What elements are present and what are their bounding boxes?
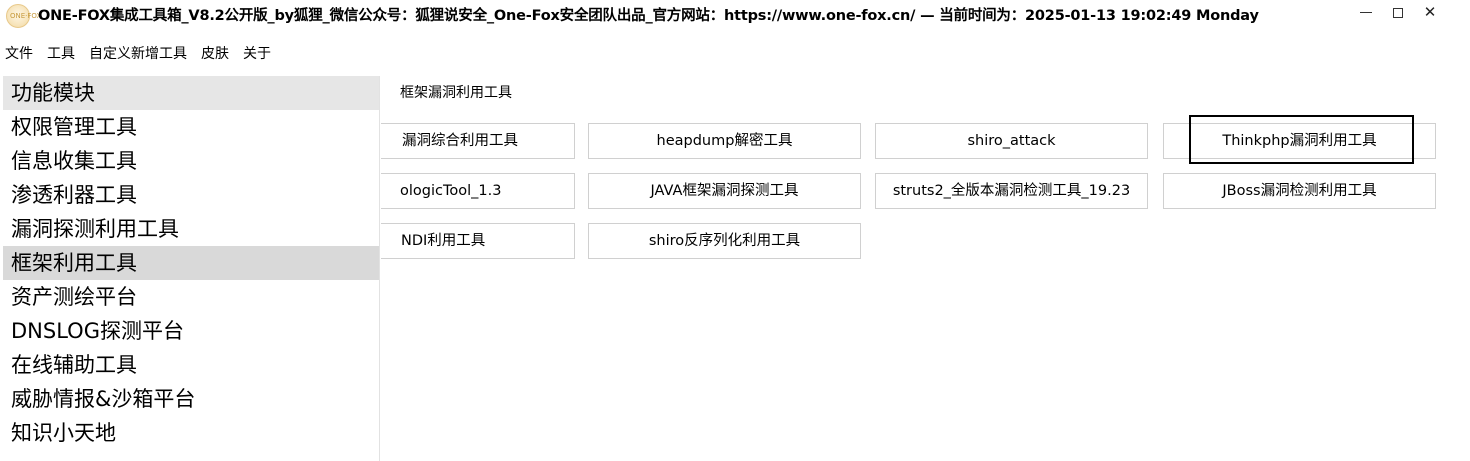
app-window: ONE·FOX ONE-FOX集成工具箱_V8.2公开版_by狐狸_微信公众号：… [0, 0, 1470, 461]
close-button[interactable]: ✕ [1413, 0, 1447, 26]
sidebar-item-asset-mapping[interactable]: 资产测绘平台 [3, 280, 379, 314]
maximize-button[interactable] [1381, 0, 1415, 26]
tool-button[interactable]: JBoss漏洞检测利用工具 [1163, 173, 1436, 209]
tool-button[interactable]: 漏洞综合利用工具 [381, 123, 575, 159]
tool-button[interactable]: shiro反序列化利用工具 [588, 223, 861, 259]
sidebar-item-knowledge[interactable]: 知识小天地 [3, 416, 379, 450]
sidebar: 功能模块 权限管理工具 信息收集工具 渗透利器工具 漏洞探测利用工具 框架利用工… [3, 76, 380, 461]
sidebar-item-online-helpers[interactable]: 在线辅助工具 [3, 348, 379, 382]
tool-button[interactable]: ologicTool_1.3 [381, 173, 575, 209]
tool-button[interactable]: JAVA框架漏洞探测工具 [588, 173, 861, 209]
sidebar-item-dnslog[interactable]: DNSLOG探测平台 [3, 314, 379, 348]
sidebar-item-vuln-exploit[interactable]: 漏洞探测利用工具 [3, 212, 379, 246]
sidebar-header[interactable]: 功能模块 [3, 76, 379, 110]
menu-file[interactable]: 文件 [0, 40, 38, 63]
sidebar-item-pentest-tools[interactable]: 渗透利器工具 [3, 178, 379, 212]
main-content: 框架漏洞利用工具 漏洞综合利用工具 heapdump解密工具 shiro_att… [381, 66, 1470, 461]
tool-button[interactable]: Thinkphp漏洞利用工具 [1163, 123, 1436, 159]
minimize-button[interactable] [1349, 0, 1383, 26]
minimize-icon [1360, 12, 1372, 13]
logo-text: ONE·FOX [10, 12, 42, 20]
menu-skin[interactable]: 皮肤 [196, 40, 234, 63]
sidebar-item-permission-tools[interactable]: 权限管理工具 [3, 110, 379, 144]
menu-bar: 文件 工具 自定义新增工具 皮肤 关于 [0, 40, 1470, 66]
close-icon: ✕ [1423, 3, 1437, 21]
sidebar-list: 权限管理工具 信息收集工具 渗透利器工具 漏洞探测利用工具 框架利用工具 资产测… [3, 110, 379, 450]
window-title: ONE-FOX集成工具箱_V8.2公开版_by狐狸_微信公众号：狐狸说安全_On… [38, 8, 1259, 24]
fox-logo-icon: ONE·FOX [6, 4, 41, 28]
menu-about[interactable]: 关于 [238, 40, 276, 63]
sidebar-item-info-gathering[interactable]: 信息收集工具 [3, 144, 379, 178]
tool-button[interactable]: NDI利用工具 [381, 223, 575, 259]
tool-button-label: ologicTool_1.3 [400, 183, 502, 199]
menu-custom-add-tool[interactable]: 自定义新增工具 [84, 40, 192, 63]
maximize-icon [1393, 7, 1403, 18]
sidebar-item-threat-intel[interactable]: 威胁情报&沙箱平台 [3, 382, 379, 416]
tool-button[interactable]: struts2_全版本漏洞检测工具_19.23 [875, 173, 1148, 209]
tool-button-label: 漏洞综合利用工具 [402, 133, 518, 149]
title-bar[interactable]: ONE·FOX ONE-FOX集成工具箱_V8.2公开版_by狐狸_微信公众号：… [0, 0, 1470, 38]
tool-button-label: NDI利用工具 [401, 233, 486, 249]
tool-button[interactable]: heapdump解密工具 [588, 123, 861, 159]
sidebar-item-framework-exploit[interactable]: 框架利用工具 [3, 246, 379, 280]
tool-button-grid: 漏洞综合利用工具 heapdump解密工具 shiro_attack Think… [381, 66, 1470, 461]
tool-button[interactable]: shiro_attack [875, 123, 1148, 159]
menu-tools[interactable]: 工具 [42, 40, 80, 63]
